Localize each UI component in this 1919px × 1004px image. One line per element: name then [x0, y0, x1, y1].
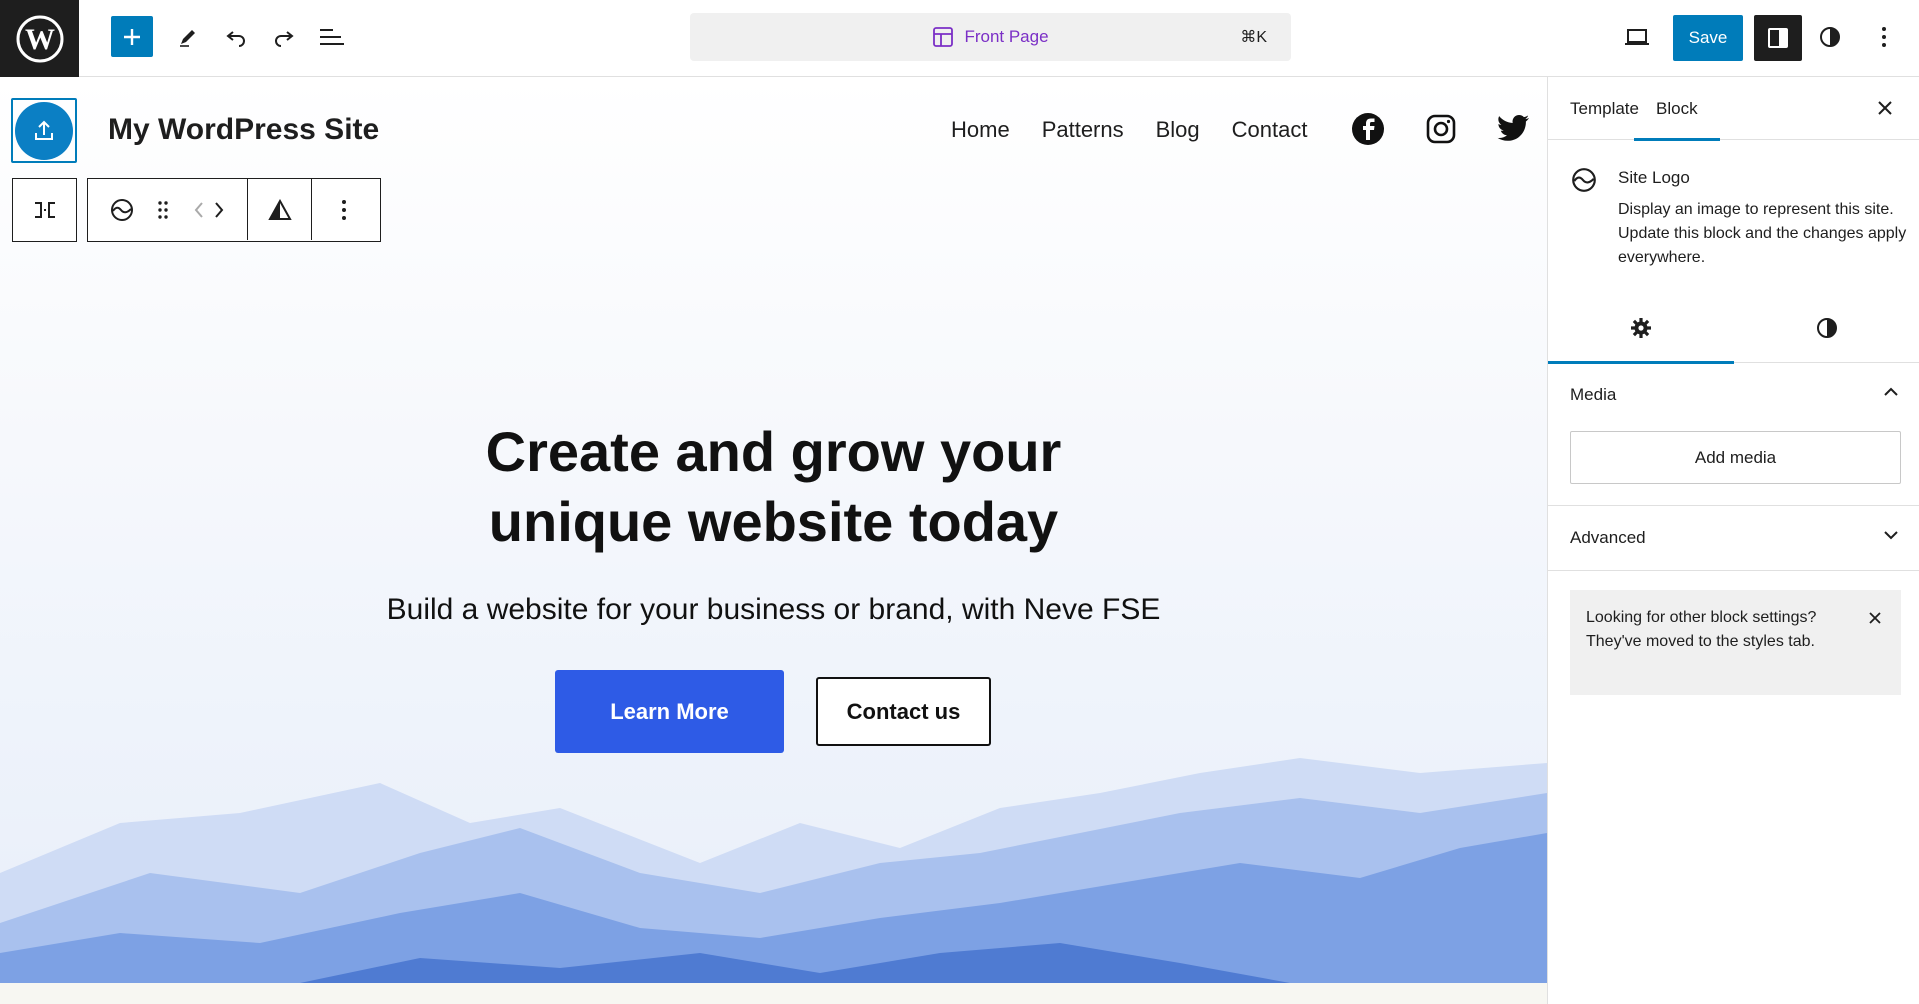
block-toolbar-parent	[12, 178, 77, 242]
sidebar-toggle-icon	[1768, 28, 1788, 48]
command-palette-bar[interactable]: Front Page ⌘K	[690, 13, 1291, 61]
site-logo-icon	[1572, 168, 1596, 192]
hero-subtitle[interactable]: Build a website for your business or bra…	[0, 593, 1547, 627]
plus-icon	[124, 28, 140, 45]
site-logo-block[interactable]	[11, 98, 77, 163]
view-preview-button[interactable]	[1615, 15, 1659, 59]
settings-sidebar-toggle[interactable]	[1754, 15, 1802, 61]
media-panel-title: Media	[1570, 385, 1617, 404]
editor-canvas[interactable]: My WordPress Site Home Patterns Blog Con…	[0, 77, 1547, 1004]
mountain-background-image	[0, 758, 1547, 983]
align-icon	[34, 201, 55, 218]
inspector-tabs	[1548, 292, 1919, 364]
options-button[interactable]	[1862, 15, 1906, 59]
tools-button[interactable]	[166, 15, 210, 59]
add-media-button[interactable]: Add media	[1570, 431, 1901, 484]
styles-moved-notice: Looking for other block settings? They'v…	[1570, 590, 1901, 695]
redo-button[interactable]	[262, 15, 306, 59]
site-title[interactable]: My WordPress Site	[108, 113, 379, 147]
block-more-options-button[interactable]	[311, 179, 375, 240]
wordpress-logo-icon[interactable]: W	[0, 0, 79, 77]
advanced-panel-title: Advanced	[1570, 528, 1646, 547]
vertical-dots-icon	[1882, 27, 1886, 47]
learn-more-button[interactable]: Learn More	[555, 670, 784, 753]
twitter-icon[interactable]	[1495, 111, 1531, 147]
pencil-icon	[180, 30, 195, 47]
command-title: Front Page	[964, 27, 1049, 46]
drag-handle-icon[interactable]	[157, 199, 169, 221]
contact-us-button[interactable]: Contact us	[816, 677, 991, 746]
replace-image-button[interactable]	[247, 179, 311, 240]
block-mover-group	[88, 179, 247, 240]
nav-item-contact[interactable]: Contact	[1232, 117, 1308, 143]
media-panel-toggle[interactable]: Media	[1548, 363, 1919, 427]
editor-top-bar: W Front Page ⌘K Save	[0, 0, 1919, 77]
template-layout-icon	[933, 27, 954, 47]
block-card: Site Logo Display an image to represent …	[1548, 140, 1919, 275]
undo-icon	[226, 31, 245, 47]
dismiss-notice-button[interactable]	[1863, 606, 1887, 630]
close-icon	[1869, 612, 1881, 624]
site-navigation: Home Patterns Blog Contact	[951, 117, 1308, 143]
tab-styles[interactable]	[1734, 292, 1919, 363]
redo-icon	[275, 31, 294, 47]
chevron-up-icon	[1884, 387, 1898, 396]
vertical-dots-icon	[341, 199, 346, 220]
hero-heading-line-2: unique website today	[488, 490, 1059, 553]
sidebar-tabs: Template Block	[1548, 77, 1919, 141]
settings-gear-icon	[1631, 317, 1651, 338]
undo-button[interactable]	[214, 15, 258, 59]
list-view-icon	[320, 29, 344, 45]
tab-template[interactable]: Template	[1570, 77, 1639, 140]
nav-item-patterns[interactable]: Patterns	[1042, 117, 1124, 143]
block-toolbar	[87, 178, 381, 242]
block-description: Display an image to represent this site.…	[1618, 201, 1907, 266]
notice-text: Looking for other block settings? They'v…	[1586, 609, 1817, 650]
laptop-icon	[1625, 29, 1649, 45]
upload-icon	[35, 120, 53, 140]
save-button[interactable]: Save	[1673, 15, 1743, 61]
footer-strip	[0, 983, 1547, 1004]
block-name: Site Logo	[1618, 168, 1690, 187]
close-icon	[1878, 101, 1892, 115]
styles-button[interactable]	[1808, 15, 1852, 59]
tab-block[interactable]: Block	[1634, 77, 1720, 141]
command-shortcut: ⌘K	[1240, 29, 1267, 46]
panel-divider	[1548, 570, 1919, 571]
select-parent-button[interactable]	[13, 179, 76, 240]
styles-half-circle-icon	[1817, 317, 1837, 338]
instagram-icon[interactable]	[1423, 111, 1459, 147]
facebook-icon[interactable]	[1350, 111, 1386, 147]
site-logo-icon[interactable]	[109, 197, 135, 223]
close-sidebar-button[interactable]	[1870, 93, 1900, 123]
list-view-button[interactable]	[310, 15, 354, 59]
add-block-button[interactable]	[111, 16, 153, 57]
half-circle-icon	[1820, 27, 1840, 47]
tab-settings[interactable]	[1548, 292, 1734, 364]
move-left-right-icon[interactable]	[192, 199, 226, 221]
settings-sidebar: Template Block Site Logo Display an imag…	[1547, 77, 1919, 1004]
hero-heading-line-1: Create and grow your	[485, 420, 1062, 483]
svg-text:W: W	[25, 23, 55, 56]
hero-heading[interactable]: Create and grow your unique website toda…	[0, 417, 1547, 557]
chevron-down-icon	[1884, 531, 1898, 540]
triangle-icon	[267, 198, 292, 220]
advanced-panel-toggle[interactable]: Advanced	[1548, 506, 1919, 570]
nav-item-blog[interactable]: Blog	[1156, 117, 1200, 143]
nav-item-home[interactable]: Home	[951, 117, 1010, 143]
